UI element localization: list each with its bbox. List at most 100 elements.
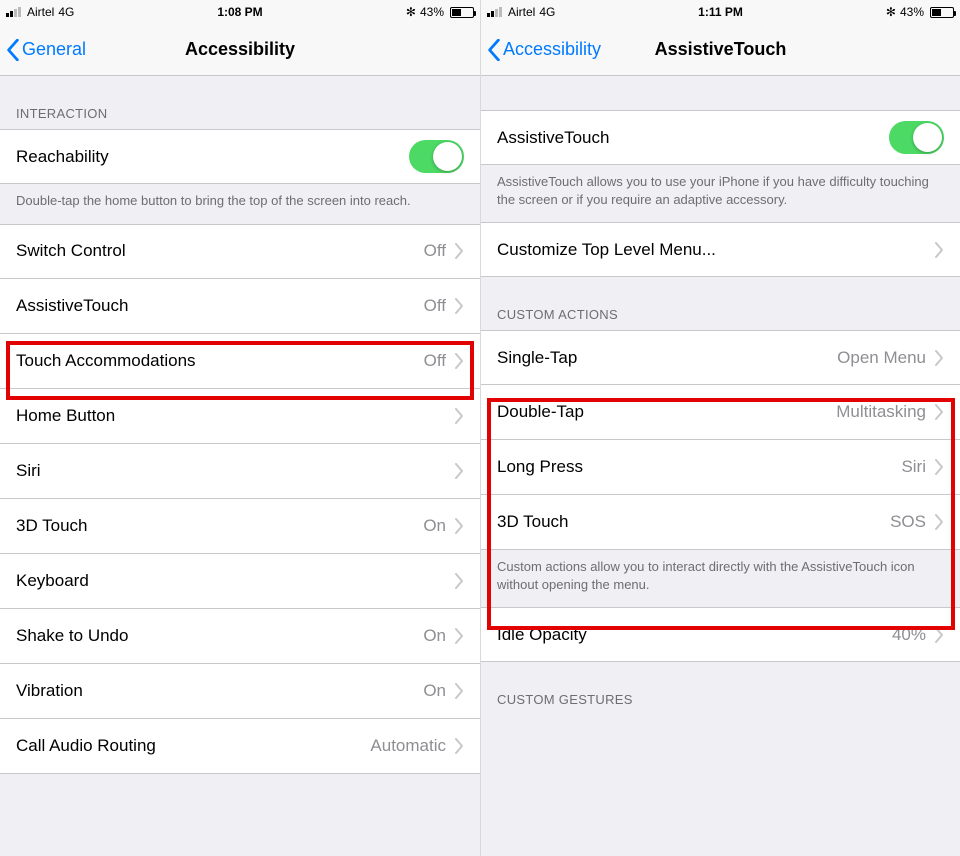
- row-value: On: [423, 681, 446, 701]
- bluetooth-icon: ✻: [886, 5, 896, 19]
- row-value: On: [423, 516, 446, 536]
- assistivetouch-toggle[interactable]: [889, 121, 944, 154]
- carrier-label: Airtel: [27, 5, 54, 19]
- touch-accommodations-row[interactable]: Touch Accommodations Off: [0, 334, 480, 389]
- reachability-row[interactable]: Reachability: [0, 129, 480, 184]
- row-value: Multitasking: [836, 402, 926, 422]
- row-label: AssistiveTouch: [16, 296, 424, 316]
- chevron-right-icon: [454, 298, 464, 314]
- back-button[interactable]: Accessibility: [487, 24, 601, 75]
- row-label: Double-Tap: [497, 402, 836, 422]
- keyboard-row[interactable]: Keyboard: [0, 554, 480, 609]
- row-label: Touch Accommodations: [16, 351, 424, 371]
- section-header-custom-actions: CUSTOM ACTIONS: [481, 277, 960, 330]
- row-value: Open Menu: [837, 348, 926, 368]
- section-header-custom-gestures: CUSTOM GESTURES: [481, 662, 960, 715]
- assistivetouch-toggle-row[interactable]: AssistiveTouch: [481, 110, 960, 165]
- row-value: Off: [424, 351, 446, 371]
- long-press-row[interactable]: Long Press Siri: [481, 440, 960, 495]
- chevron-right-icon: [454, 628, 464, 644]
- single-tap-row[interactable]: Single-Tap Open Menu: [481, 330, 960, 385]
- custom-actions-footer: Custom actions allow you to interact dir…: [481, 550, 960, 607]
- switch-control-row[interactable]: Switch Control Off: [0, 224, 480, 279]
- row-label: 3D Touch: [16, 516, 423, 536]
- signal-icon: [6, 7, 21, 17]
- chevron-left-icon: [6, 39, 20, 61]
- chevron-right-icon: [934, 459, 944, 475]
- assistivetouch-footer: AssistiveTouch allows you to use your iP…: [481, 165, 960, 222]
- chevron-right-icon: [454, 463, 464, 479]
- 3d-touch-action-row[interactable]: 3D Touch SOS: [481, 495, 960, 550]
- row-value: Off: [424, 241, 446, 261]
- chevron-right-icon: [934, 404, 944, 420]
- network-label: 4G: [539, 5, 555, 19]
- row-label: Keyboard: [16, 571, 454, 591]
- row-value: SOS: [890, 512, 926, 532]
- chevron-right-icon: [454, 353, 464, 369]
- chevron-left-icon: [487, 39, 501, 61]
- clock-label: 1:11 PM: [698, 5, 743, 19]
- battery-icon: [930, 7, 954, 18]
- assistivetouch-screen: Airtel 4G 1:11 PM ✻ 43% Accessibility As…: [480, 0, 960, 856]
- call-audio-routing-row[interactable]: Call Audio Routing Automatic: [0, 719, 480, 774]
- page-title: Accessibility: [185, 39, 295, 60]
- bluetooth-icon: ✻: [406, 5, 416, 19]
- row-label: Call Audio Routing: [16, 736, 370, 756]
- status-bar: Airtel 4G 1:11 PM ✻ 43%: [481, 0, 960, 24]
- signal-icon: [487, 7, 502, 17]
- clock-label: 1:08 PM: [217, 5, 262, 19]
- battery-label: 43%: [420, 5, 444, 19]
- status-bar: Airtel 4G 1:08 PM ✻ 43%: [0, 0, 480, 24]
- chevron-right-icon: [934, 242, 944, 258]
- row-label: AssistiveTouch: [497, 128, 889, 148]
- assistivetouch-row[interactable]: AssistiveTouch Off: [0, 279, 480, 334]
- double-tap-row[interactable]: Double-Tap Multitasking: [481, 385, 960, 440]
- reachability-footer: Double-tap the home button to bring the …: [0, 184, 480, 224]
- shake-to-undo-row[interactable]: Shake to Undo On: [0, 609, 480, 664]
- chevron-right-icon: [454, 408, 464, 424]
- row-label: Single-Tap: [497, 348, 837, 368]
- home-button-row[interactable]: Home Button: [0, 389, 480, 444]
- chevron-right-icon: [454, 243, 464, 259]
- 3d-touch-row[interactable]: 3D Touch On: [0, 499, 480, 554]
- row-label: Customize Top Level Menu...: [497, 240, 934, 260]
- row-label: Reachability: [16, 147, 409, 167]
- nav-bar: General Accessibility: [0, 24, 480, 76]
- row-label: Home Button: [16, 406, 454, 426]
- accessibility-screen: Airtel 4G 1:08 PM ✻ 43% General Accessib…: [0, 0, 480, 856]
- back-button[interactable]: General: [6, 24, 86, 75]
- chevron-right-icon: [934, 350, 944, 366]
- reachability-toggle[interactable]: [409, 140, 464, 173]
- section-header-interaction: INTERACTION: [0, 76, 480, 129]
- row-label: Idle Opacity: [497, 625, 892, 645]
- row-label: Switch Control: [16, 241, 424, 261]
- carrier-label: Airtel: [508, 5, 535, 19]
- network-label: 4G: [58, 5, 74, 19]
- row-label: 3D Touch: [497, 512, 890, 532]
- row-value: Automatic: [370, 736, 446, 756]
- chevron-right-icon: [454, 738, 464, 754]
- nav-bar: Accessibility AssistiveTouch: [481, 24, 960, 76]
- row-value: 40%: [892, 625, 926, 645]
- vibration-row[interactable]: Vibration On: [0, 664, 480, 719]
- chevron-right-icon: [454, 573, 464, 589]
- row-value: Off: [424, 296, 446, 316]
- page-title: AssistiveTouch: [655, 39, 787, 60]
- chevron-right-icon: [454, 683, 464, 699]
- idle-opacity-row[interactable]: Idle Opacity 40%: [481, 607, 960, 662]
- row-label: Siri: [16, 461, 454, 481]
- row-label: Long Press: [497, 457, 901, 477]
- row-label: Shake to Undo: [16, 626, 423, 646]
- back-label: General: [22, 39, 86, 60]
- siri-row[interactable]: Siri: [0, 444, 480, 499]
- row-value: Siri: [901, 457, 926, 477]
- chevron-right-icon: [454, 518, 464, 534]
- chevron-right-icon: [934, 514, 944, 530]
- battery-label: 43%: [900, 5, 924, 19]
- chevron-right-icon: [934, 627, 944, 643]
- back-label: Accessibility: [503, 39, 601, 60]
- row-value: On: [423, 626, 446, 646]
- battery-icon: [450, 7, 474, 18]
- customize-top-menu-row[interactable]: Customize Top Level Menu...: [481, 222, 960, 277]
- row-label: Vibration: [16, 681, 423, 701]
